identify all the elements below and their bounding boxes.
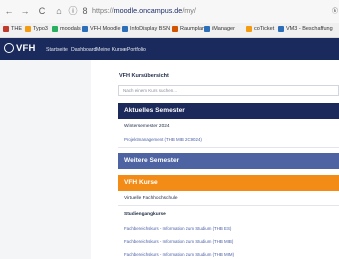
bookmark-favicon-icon bbox=[3, 26, 9, 32]
bookmark-imanager[interactable]: iManager bbox=[204, 26, 235, 32]
bookmark-label: coTicket bbox=[254, 26, 275, 32]
forward-icon[interactable]: → bbox=[19, 5, 31, 17]
further-semester-header[interactable]: Weitere Semester bbox=[118, 153, 339, 169]
bookmark-label: iManager bbox=[212, 26, 235, 32]
bookmark-coticket[interactable]: coTicket bbox=[246, 26, 274, 32]
nav-dashboard[interactable]: Dashboard bbox=[71, 47, 96, 53]
url-host: moodle.oncampus.de bbox=[113, 6, 183, 15]
bookmark-favicon-icon bbox=[172, 26, 178, 32]
bookmark-infodisplay[interactable]: InfoDisplay BSN bbox=[122, 26, 170, 32]
bookmark-label: moodals bbox=[60, 26, 81, 32]
bookmark-favicon-icon bbox=[204, 26, 210, 32]
left-drawer bbox=[0, 60, 91, 259]
vfh-courses-header[interactable]: VFH Kurse bbox=[118, 175, 339, 191]
back-icon[interactable]: ← bbox=[3, 5, 15, 17]
bookmark-label: Typo3 bbox=[33, 26, 48, 32]
bookmark-typo3[interactable]: Typo3 bbox=[25, 26, 48, 32]
virtual-school-label: Virtuelle Fachhochschule bbox=[124, 196, 178, 201]
nav-eportfolio[interactable]: ePortfolio bbox=[124, 47, 146, 53]
bookmark-label: VM3 - Beschaffung bbox=[286, 26, 333, 32]
home-icon[interactable]: ⌂ bbox=[53, 5, 65, 17]
semester-label: Wintersemester 2024 bbox=[124, 124, 170, 129]
bookmark-favicon-icon bbox=[122, 26, 128, 32]
bookmark-vm3[interactable]: VM3 - Beschaffung bbox=[278, 26, 333, 32]
course-link[interactable]: Fachbereichskurs - Information zum Studi… bbox=[124, 226, 231, 231]
course-search-input[interactable]: Nach einem Kurs suchen... bbox=[118, 85, 339, 96]
bookmarks-bar: THE Typo3 moodals VFH Moodle InfoDisplay… bbox=[0, 23, 339, 38]
bookmark-favicon-icon bbox=[52, 26, 58, 32]
vfh-logo[interactable]: VFH bbox=[4, 43, 36, 54]
divider bbox=[118, 147, 339, 148]
nav-meine-kurse[interactable]: Meine Kurse bbox=[96, 47, 125, 53]
bookmark-raumplan[interactable]: Raumplan bbox=[172, 26, 205, 32]
address-bar[interactable]: https://moodle.oncampus.de/my/ bbox=[92, 6, 196, 15]
bookmark-label: THE bbox=[11, 26, 22, 32]
bookmark-label: Raumplan bbox=[180, 26, 206, 32]
reload-icon[interactable]: C bbox=[36, 5, 48, 17]
semester-course-link[interactable]: Projektmanagement (THB MIB 2C9024) bbox=[124, 137, 202, 142]
course-link[interactable]: Fachbereichskurs - Information zum Studi… bbox=[124, 239, 233, 244]
divider bbox=[118, 205, 339, 206]
url-scheme: https:// bbox=[92, 6, 114, 15]
bookmark-label: InfoDisplay BSN bbox=[130, 26, 171, 32]
course-link[interactable]: Fachbereichskurs - Information zum Studi… bbox=[124, 252, 234, 257]
logo-text: VFH bbox=[16, 43, 36, 54]
studiengang-heading: Studiengangkurse bbox=[124, 212, 166, 217]
url-path: /my/ bbox=[182, 6, 196, 15]
info-icon[interactable]: ⓘ bbox=[67, 5, 79, 17]
bookmark-favicon-icon bbox=[246, 26, 252, 32]
bookmark-favicon-icon bbox=[278, 26, 284, 32]
current-semester-header[interactable]: Aktuelles Semester bbox=[118, 103, 339, 119]
bookmark-vfh-moodle[interactable]: VFH Moodle bbox=[82, 26, 121, 32]
bookmark-the[interactable]: THE bbox=[3, 26, 22, 32]
nav-startseite[interactable]: Startseite bbox=[46, 47, 68, 53]
bookmark-favicon-icon bbox=[82, 26, 88, 32]
bookmark-moodals[interactable]: moodals bbox=[52, 26, 81, 32]
bookmark-favicon-icon bbox=[25, 26, 31, 32]
course-overview-title: VFH Kursübersicht bbox=[119, 73, 169, 79]
tracking-protection-icon[interactable]: 8 bbox=[79, 5, 91, 17]
logo-icon bbox=[4, 43, 14, 53]
bookmark-label: VFH Moodle bbox=[90, 26, 121, 32]
extension-icon[interactable]: ⓚ bbox=[332, 6, 338, 15]
